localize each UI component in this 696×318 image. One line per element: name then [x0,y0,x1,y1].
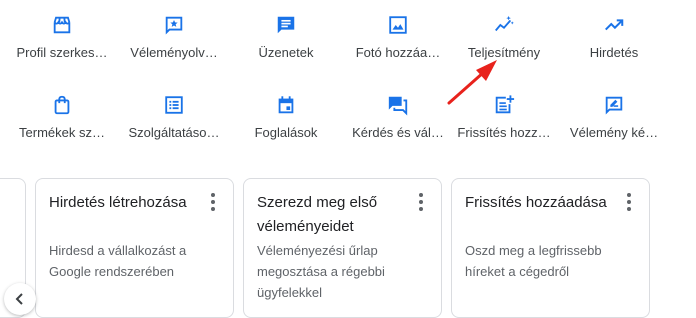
annotation-arrow-icon [0,0,696,310]
